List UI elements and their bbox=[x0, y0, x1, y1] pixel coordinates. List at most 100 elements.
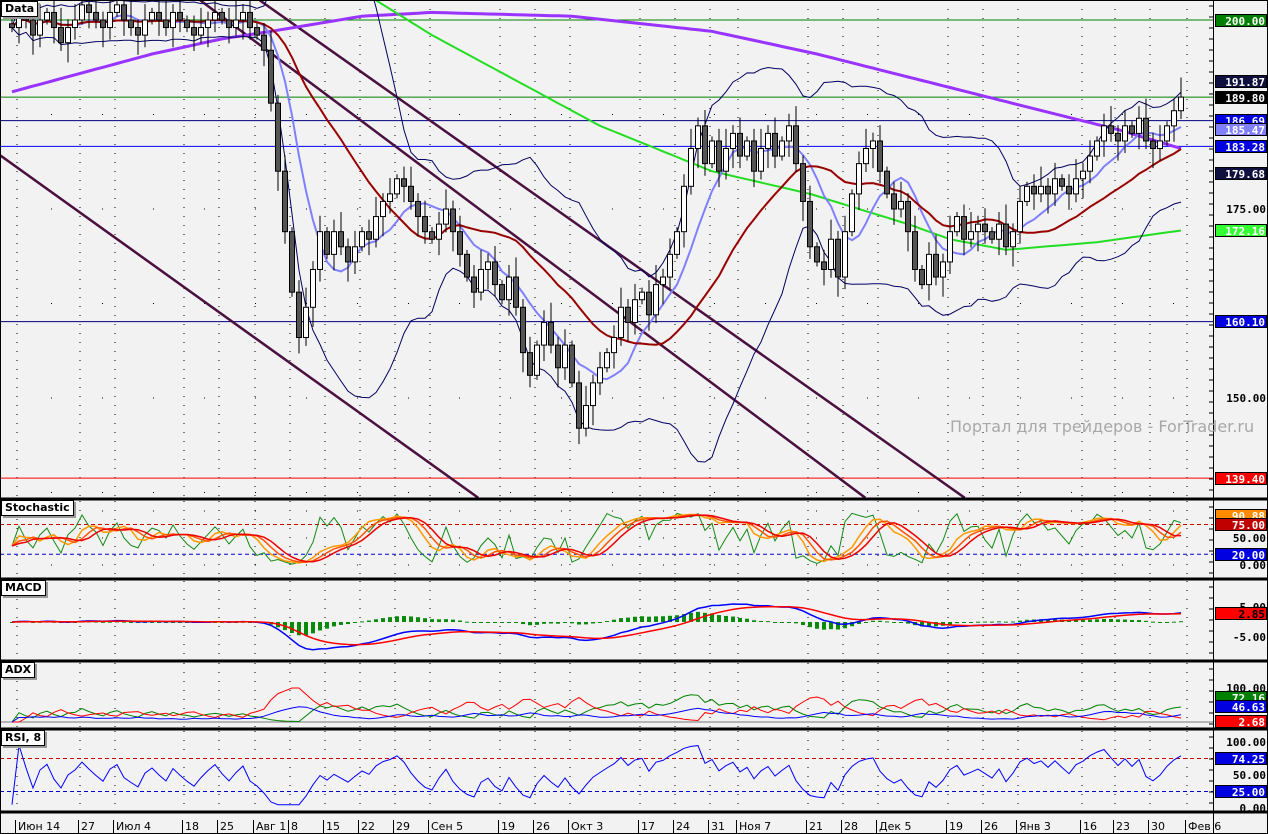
candle-body bbox=[653, 284, 659, 316]
macd-histogram-bar bbox=[878, 620, 882, 622]
candle-body bbox=[611, 337, 617, 354]
macd-histogram-bar bbox=[423, 618, 427, 622]
candle-body bbox=[1010, 231, 1016, 248]
candle-body bbox=[870, 140, 876, 150]
date-label: 30 bbox=[1148, 820, 1165, 833]
macd-histogram-bar bbox=[542, 622, 546, 624]
candle-body bbox=[58, 27, 64, 44]
candle-body bbox=[1178, 96, 1184, 112]
candle-body bbox=[324, 231, 330, 255]
candle-body bbox=[695, 125, 701, 150]
candle-body bbox=[821, 261, 827, 270]
macd-histogram-bar bbox=[822, 622, 826, 630]
date-label: 21 bbox=[806, 820, 823, 833]
candle-body bbox=[604, 352, 610, 369]
macd-histogram-bar bbox=[409, 616, 413, 622]
macd-histogram-bar bbox=[318, 622, 322, 631]
date-label: Сен 5 bbox=[428, 820, 463, 833]
axis-label-rsi: 25.00 bbox=[1215, 785, 1267, 799]
candle-body bbox=[828, 238, 834, 270]
macd-histogram-bar bbox=[472, 622, 476, 623]
candle-body bbox=[310, 268, 316, 308]
date-label: Авг 1 bbox=[253, 820, 286, 833]
macd-histogram-bar bbox=[465, 621, 469, 623]
axis-label-rsi: 50.00 bbox=[1232, 768, 1266, 782]
candle-body bbox=[884, 170, 890, 195]
channel-line bbox=[0, 154, 479, 498]
candle-body bbox=[772, 132, 778, 157]
macd-histogram-bar bbox=[731, 616, 735, 622]
candle-body bbox=[443, 208, 449, 225]
candle-body bbox=[660, 276, 666, 286]
macd-histogram-bar bbox=[1130, 619, 1134, 622]
candle-body bbox=[520, 306, 526, 354]
candle-body bbox=[1059, 178, 1065, 187]
date-label: 24 bbox=[673, 820, 690, 833]
macd-histogram-bar bbox=[899, 622, 903, 623]
macd-histogram-bar bbox=[549, 622, 553, 624]
panel-title-adx: ADX bbox=[1, 662, 36, 678]
candle-body bbox=[317, 231, 323, 270]
candle-body bbox=[86, 4, 92, 13]
candle-body bbox=[849, 193, 855, 233]
candle-body bbox=[1052, 178, 1058, 195]
candle-body bbox=[989, 231, 995, 240]
candle-body bbox=[1115, 132, 1121, 142]
candle-body bbox=[289, 231, 295, 293]
macd-histogram-bar bbox=[1172, 621, 1176, 623]
candle-body bbox=[464, 253, 470, 278]
macd-histogram-bar bbox=[570, 622, 574, 624]
macd-histogram-bar bbox=[1151, 621, 1155, 623]
axis-label-adx: 2.68 bbox=[1215, 714, 1267, 729]
macd-histogram-bar bbox=[129, 622, 133, 623]
macd-histogram-bar bbox=[1081, 620, 1085, 622]
macd-histogram-bar bbox=[1116, 619, 1120, 622]
macd-histogram-bar bbox=[577, 622, 581, 625]
macd-histogram-bar bbox=[304, 622, 308, 636]
channel-line bbox=[259, 0, 966, 498]
candle-body bbox=[65, 27, 71, 44]
candle-body bbox=[961, 216, 967, 240]
candle-body bbox=[954, 216, 960, 233]
macd-histogram-bar bbox=[388, 617, 392, 622]
macd-histogram-bar bbox=[1004, 621, 1008, 623]
stochastic-fast-line bbox=[11, 512, 1182, 565]
date-label: Дек 5 bbox=[876, 820, 912, 833]
macd-histogram-bar bbox=[766, 621, 770, 623]
candle-body bbox=[338, 231, 344, 248]
date-label: 19 bbox=[946, 820, 963, 833]
candle-body bbox=[758, 148, 764, 172]
macd-histogram-bar bbox=[640, 616, 644, 622]
candle-body bbox=[72, 19, 78, 29]
macd-histogram-bar bbox=[514, 622, 518, 623]
macd-histogram-bar bbox=[381, 618, 385, 622]
macd-histogram-bar bbox=[395, 616, 399, 622]
axis-label-stochastic: 75.00 bbox=[1215, 518, 1267, 532]
candle-body bbox=[576, 382, 582, 429]
candle-body bbox=[107, 11, 113, 29]
macd-histogram-bar bbox=[437, 619, 441, 622]
macd-histogram-bar bbox=[486, 622, 490, 623]
candle-body bbox=[191, 27, 197, 36]
macd-histogram-bar bbox=[374, 619, 378, 622]
macd-histogram-bar bbox=[325, 622, 329, 629]
candle-body bbox=[723, 148, 729, 172]
candle-body bbox=[940, 261, 946, 278]
candle-body bbox=[877, 140, 883, 172]
candle-body bbox=[765, 132, 771, 150]
macd-histogram-bar bbox=[311, 622, 315, 634]
candle-body bbox=[814, 246, 820, 263]
candle-body bbox=[471, 276, 477, 293]
macd-histogram-bar bbox=[619, 618, 623, 622]
candle-body bbox=[891, 193, 897, 210]
macd-histogram-bar bbox=[556, 622, 560, 624]
candle-body bbox=[198, 27, 204, 36]
candle-body bbox=[1080, 170, 1086, 180]
candle-body bbox=[9, 23, 15, 29]
macd-histogram-bar bbox=[647, 616, 651, 622]
macd-histogram-bar bbox=[801, 622, 805, 625]
candle-body bbox=[1017, 200, 1023, 233]
candle-body bbox=[898, 200, 904, 210]
macd-histogram-bar bbox=[815, 622, 819, 629]
panel-title-stochastic: Stochastic bbox=[1, 500, 74, 516]
